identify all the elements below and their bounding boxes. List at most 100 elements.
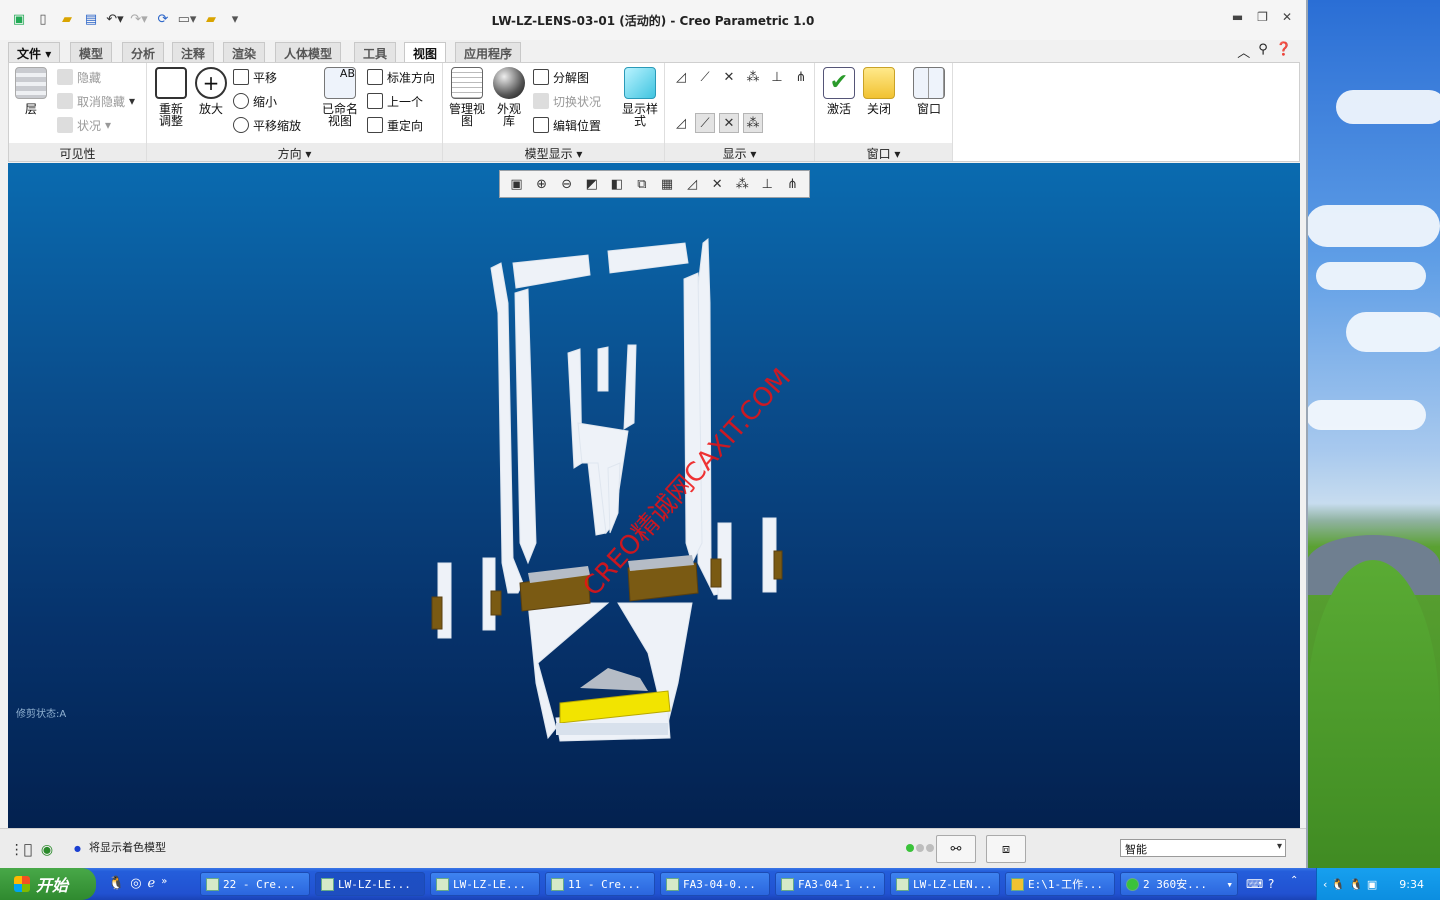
creo-app-icon bbox=[666, 877, 679, 891]
taskbar-item[interactable]: LW-LZ-LEN... bbox=[890, 872, 1000, 896]
group-label[interactable]: 窗口 ▾ bbox=[815, 143, 952, 161]
annotation-display-icon[interactable]: ⋔ bbox=[791, 67, 811, 87]
tab-manikin[interactable]: 人体模型 bbox=[275, 42, 342, 62]
zoom-in-button[interactable]: + 放大 bbox=[191, 67, 231, 115]
grass-hill bbox=[1306, 560, 1440, 880]
edit-position-button[interactable]: 编辑位置 bbox=[533, 115, 601, 135]
pan-zoom-button[interactable]: 平移缩放 bbox=[233, 115, 301, 135]
windows-flag-icon bbox=[14, 876, 30, 892]
tab-tools[interactable]: 工具 bbox=[354, 42, 397, 62]
toggle-status-icon bbox=[533, 93, 549, 109]
taskbar-item[interactable]: LW-LZ-LE... bbox=[315, 872, 425, 896]
zoom-out-button[interactable]: 缩小 bbox=[233, 91, 277, 111]
group-label[interactable]: 方向 ▾ bbox=[147, 143, 442, 161]
group-label[interactable]: 显示 ▾ bbox=[665, 143, 814, 161]
tab-analysis[interactable]: 分析 bbox=[122, 42, 165, 62]
minimize-ribbon-icon[interactable]: ︿ bbox=[1237, 42, 1250, 61]
spacer-ring-3 bbox=[710, 558, 722, 588]
group-label[interactable]: 模型显示 ▾ bbox=[443, 143, 664, 161]
standard-orientation-icon bbox=[367, 69, 383, 85]
reorient-button[interactable]: 重定向 bbox=[367, 115, 423, 135]
selection-filter-select[interactable]: 智能 bbox=[1120, 839, 1286, 857]
unhide-button[interactable]: 取消隐藏 ▾ bbox=[57, 91, 135, 111]
point-display-icon[interactable]: ✕ bbox=[719, 67, 739, 87]
plane-display-icon[interactable]: ◿ bbox=[671, 67, 691, 87]
activate-button[interactable]: ✔ 激活 bbox=[819, 67, 859, 115]
tab-annotate[interactable]: 注释 bbox=[172, 42, 215, 62]
csys-display-icon[interactable]: ⁂ bbox=[743, 67, 763, 87]
csys-tag-icon[interactable]: ⁂ bbox=[743, 113, 763, 133]
layers-button[interactable]: 层 bbox=[11, 67, 51, 115]
exploded-view-button[interactable]: 分解图 bbox=[533, 67, 589, 87]
pan-button[interactable]: 平移 bbox=[233, 67, 277, 87]
axis-display-icon[interactable]: ⟋ bbox=[695, 67, 715, 87]
ie-icon[interactable]: ℯ bbox=[148, 876, 156, 891]
hide-button[interactable]: 隐藏 bbox=[57, 67, 101, 87]
help-tray-icon[interactable]: ? bbox=[1268, 877, 1274, 891]
browser-360-icon[interactable]: ◎ bbox=[130, 876, 141, 891]
restore-icon[interactable]: ❐ bbox=[1257, 10, 1268, 24]
search-icon[interactable]: ⚲ bbox=[1258, 42, 1268, 61]
pan-icon bbox=[233, 69, 249, 85]
tab-applications[interactable]: 应用程序 bbox=[455, 42, 522, 62]
qq-icon[interactable]: 🐧 bbox=[108, 876, 124, 891]
close-icon[interactable]: ✕ bbox=[1282, 10, 1292, 24]
appearance-gallery-button[interactable]: 外观 库 bbox=[489, 67, 529, 127]
zoom-in-icon: + bbox=[195, 67, 227, 99]
taskbar-item[interactable]: LW-LZ-LE... bbox=[430, 872, 540, 896]
folder-icon bbox=[1011, 877, 1024, 891]
show-hidden-icon[interactable]: ‹ bbox=[1323, 878, 1327, 891]
status-message: 将显示着色模型 bbox=[74, 839, 166, 855]
barrel-core-right bbox=[607, 462, 621, 534]
tab-render[interactable]: 渲染 bbox=[223, 42, 266, 62]
tray-expand-icon[interactable]: ⌃ bbox=[1290, 875, 1298, 886]
box-select-icon: ⧈ bbox=[1001, 841, 1011, 857]
tab-model[interactable]: 模型 bbox=[70, 42, 113, 62]
appearance-sphere-icon bbox=[493, 67, 525, 99]
taskbar-item[interactable]: 22 - Cre... bbox=[200, 872, 310, 896]
spin-center-icon[interactable]: ⊥ bbox=[767, 67, 787, 87]
refit-button[interactable]: 重新 调整 bbox=[151, 67, 191, 127]
manage-views-button[interactable]: 管理视 图 bbox=[447, 67, 487, 127]
windows-icon bbox=[913, 67, 945, 99]
more-icon[interactable]: » bbox=[161, 876, 167, 891]
window-title: LW-LZ-LENS-03-01 (活动的) - Creo Parametric… bbox=[491, 14, 815, 28]
plane-tag-icon[interactable]: ◿ bbox=[671, 113, 691, 133]
housing-top-right bbox=[607, 242, 689, 274]
taskbar-item[interactable]: E:\1-工作... bbox=[1005, 872, 1115, 896]
network-icon[interactable]: ▣ bbox=[1367, 878, 1377, 891]
selection-button[interactable]: ⧈ bbox=[986, 835, 1026, 863]
help-icon[interactable]: ❓ bbox=[1276, 42, 1292, 61]
security-360-icon bbox=[1126, 877, 1139, 891]
minimize-icon[interactable]: ▬ bbox=[1232, 10, 1243, 24]
qq-tray-icon[interactable]: 🐧 bbox=[1349, 878, 1363, 891]
layers-icon bbox=[15, 67, 47, 99]
spacer-ring-4 bbox=[773, 550, 783, 580]
standard-orientation-button[interactable]: 标准方向 bbox=[367, 67, 435, 87]
graphics-window[interactable]: ▣ ⊕ ⊖ ◩ ◧ ⧉ ▦ ◿ ✕ ⁂ ⊥ ⋔ 修剪状态:A CREO精诚网CA… bbox=[8, 163, 1300, 828]
taskbar-item[interactable]: 2 360安... ▾ bbox=[1120, 872, 1238, 896]
model-tree-icon[interactable]: ⋮⃞ bbox=[10, 839, 32, 861]
creo-app-icon bbox=[896, 877, 909, 891]
taskbar-item[interactable]: FA3-04-0... bbox=[660, 872, 770, 896]
named-views-button[interactable]: AB 已命名 视图 bbox=[319, 67, 361, 127]
previous-view-button[interactable]: 上一个 bbox=[367, 91, 423, 111]
toggle-status-button[interactable]: 切换状况 bbox=[533, 91, 601, 111]
display-style-button[interactable]: 显示样 式 bbox=[619, 67, 661, 127]
regen-status-dots bbox=[906, 844, 934, 852]
tab-view[interactable]: 视图 bbox=[404, 42, 447, 63]
axis-tag-icon[interactable]: ⟋ bbox=[695, 113, 715, 133]
keyboard-icon[interactable]: ⌨ bbox=[1246, 877, 1263, 891]
close-button[interactable]: 关闭 bbox=[859, 67, 899, 115]
windows-button[interactable]: 窗口 bbox=[909, 67, 949, 115]
taskbar-item[interactable]: FA3-04-1 ... bbox=[775, 872, 885, 896]
taskbar-item[interactable]: 11 - Cre... bbox=[545, 872, 655, 896]
browser-icon[interactable]: ◉ bbox=[36, 839, 58, 861]
qq-tray-icon[interactable]: 🐧 bbox=[1331, 878, 1345, 891]
sensor-base bbox=[556, 723, 668, 735]
start-button[interactable]: 开始 bbox=[0, 868, 96, 900]
find-button[interactable]: ⚯ bbox=[936, 835, 976, 863]
tab-file[interactable]: 文件 ▾ bbox=[8, 42, 61, 62]
status-button[interactable]: 状况 ▾ bbox=[57, 115, 111, 135]
point-tag-icon[interactable]: ✕ bbox=[719, 113, 739, 133]
